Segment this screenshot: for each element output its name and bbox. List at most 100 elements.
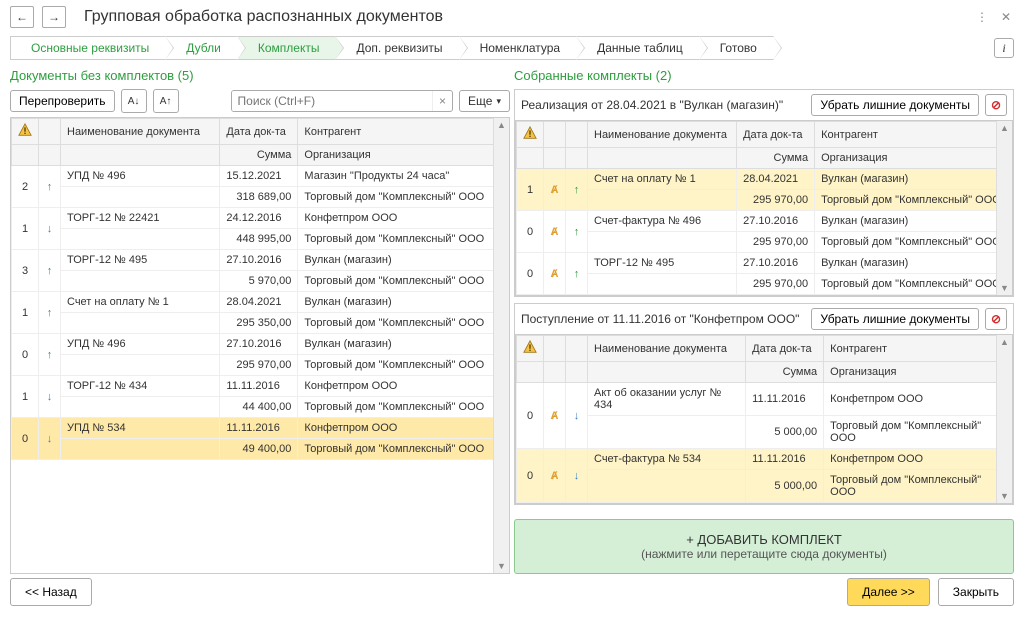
step-nomen[interactable]: Номенклатура bbox=[459, 36, 577, 60]
doc-date: 28.04.2021 bbox=[220, 292, 298, 313]
table-row[interactable]: 1↓ТОРГ-12 № 43411.11.2016Конфетпром ООО bbox=[12, 376, 509, 397]
doc-org: Торговый дом "Комплексный" ООО bbox=[298, 439, 509, 460]
direction-icon: ↓ bbox=[566, 449, 588, 503]
col-name[interactable]: Наименование документа bbox=[61, 119, 220, 145]
more-button[interactable]: Еще▾ bbox=[459, 90, 510, 112]
remove-extra-button[interactable]: Убрать лишние документы bbox=[811, 308, 979, 330]
table-row-sub[interactable]: 318 689,00Торговый дом "Комплексный" ООО bbox=[12, 187, 509, 208]
delete-kit-button[interactable]: ⊘ bbox=[985, 308, 1007, 330]
doc-org: Торговый дом "Комплексный" ООО bbox=[298, 313, 509, 334]
search-input[interactable] bbox=[232, 91, 433, 111]
nav-back-button[interactable]: ← bbox=[10, 6, 34, 28]
doc-sum: 295 970,00 bbox=[737, 274, 815, 295]
doc-counterparty: Вулкан (магазин) bbox=[298, 334, 509, 355]
doc-counterparty: Конфетпром ООО bbox=[824, 383, 1012, 416]
kit-scrollbar[interactable]: ▲▼ bbox=[996, 335, 1012, 503]
table-row-sub[interactable]: 295 350,00Торговый дом "Комплексный" ООО bbox=[12, 313, 509, 334]
doc-name: ТОРГ-12 № 22421 bbox=[61, 208, 220, 229]
wizard-steps: Основные реквизиты Дубли Комплекты Доп. … bbox=[0, 34, 1024, 66]
doc-name: Счет на оплату № 1 bbox=[61, 292, 220, 313]
table-row[interactable]: 2↑УПД № 49615.12.2021Магазин "Продукты 2… bbox=[12, 166, 509, 187]
doc-sum: 49 400,00 bbox=[220, 439, 298, 460]
doc-org: Торговый дом "Комплексный" ООО bbox=[298, 271, 509, 292]
doc-counterparty: Конфетпром ООО bbox=[824, 449, 1012, 470]
add-kit-button[interactable]: + ДОБАВИТЬ КОМПЛЕКТ (нажмите или перетащ… bbox=[514, 519, 1014, 574]
doc-counterparty: Вулкан (магазин) bbox=[298, 250, 509, 271]
search-clear-button[interactable]: × bbox=[432, 91, 452, 111]
table-row-sub[interactable]: 295 970,00Торговый дом "Комплексный" ООО bbox=[517, 190, 1012, 211]
doc-name: ТОРГ-12 № 495 bbox=[588, 253, 737, 274]
table-row[interactable]: 1↑Счет на оплату № 128.04.2021Вулкан (ма… bbox=[12, 292, 509, 313]
doc-name: УПД № 496 bbox=[61, 166, 220, 187]
doc-date: 11.11.2016 bbox=[746, 383, 824, 416]
col-sum[interactable]: Сумма bbox=[220, 145, 298, 166]
doc-sum: 5 000,00 bbox=[746, 470, 824, 503]
kit-scrollbar[interactable]: ▲▼ bbox=[996, 121, 1012, 295]
match-icon: Ⱥ bbox=[544, 449, 566, 503]
table-row[interactable]: 3↑ТОРГ-12 № 49527.10.2016Вулкан (магазин… bbox=[12, 250, 509, 271]
table-row-sub[interactable]: 295 970,00Торговый дом "Комплексный" ООО bbox=[12, 355, 509, 376]
table-row[interactable]: 0Ⱥ↑ТОРГ-12 № 49527.10.2016Вулкан (магази… bbox=[517, 253, 1012, 274]
doc-date: 11.11.2016 bbox=[220, 376, 298, 397]
info-button[interactable]: i bbox=[994, 38, 1014, 58]
back-button[interactable]: << Назад bbox=[10, 578, 92, 606]
step-dupes[interactable]: Дубли bbox=[165, 36, 237, 60]
doc-sum: 295 350,00 bbox=[220, 313, 298, 334]
table-row[interactable]: 0↓УПД № 53411.11.2016Конфетпром ООО bbox=[12, 418, 509, 439]
table-row-sub[interactable]: 5 000,00Торговый дом "Комплексный" ООО bbox=[517, 416, 1012, 449]
table-row[interactable]: 0↑УПД № 49627.10.2016Вулкан (магазин) bbox=[12, 334, 509, 355]
kit-title: Поступление от 11.11.2016 от "Конфетпром… bbox=[521, 312, 799, 326]
col-date[interactable]: Дата док-та bbox=[220, 119, 298, 145]
table-row-sub[interactable]: 448 995,00Торговый дом "Комплексный" ООО bbox=[12, 229, 509, 250]
table-row-sub[interactable]: 295 970,00Торговый дом "Комплексный" ООО bbox=[517, 232, 1012, 253]
direction-icon: ↑ bbox=[566, 211, 588, 253]
table-row[interactable]: 1Ⱥ↑Счет на оплату № 128.04.2021Вулкан (м… bbox=[517, 169, 1012, 190]
doc-date: 11.11.2016 bbox=[220, 418, 298, 439]
table-row-sub[interactable]: 49 400,00Торговый дом "Комплексный" ООО bbox=[12, 439, 509, 460]
step-done[interactable]: Готово bbox=[699, 36, 774, 60]
doc-org: Торговый дом "Комплексный" ООО bbox=[824, 416, 1012, 449]
table-row-sub[interactable]: 5 970,00Торговый дом "Комплексный" ООО bbox=[12, 271, 509, 292]
table-row-sub[interactable]: 295 970,00Торговый дом "Комплексный" ООО bbox=[517, 274, 1012, 295]
doc-sum: 44 400,00 bbox=[220, 397, 298, 418]
step-tabledata[interactable]: Данные таблиц bbox=[576, 36, 699, 60]
sort-asc-button[interactable]: A↓ bbox=[121, 89, 147, 113]
kit-grid: Наименование документаДата док-таКонтраг… bbox=[516, 121, 1012, 295]
table-row-sub[interactable]: 44 400,00Торговый дом "Комплексный" ООО bbox=[12, 397, 509, 418]
table-row[interactable]: 0Ⱥ↑Счет-фактура № 49627.10.2016Вулкан (м… bbox=[517, 211, 1012, 232]
match-icon: Ⱥ bbox=[544, 383, 566, 449]
sort-desc-button[interactable]: A↑ bbox=[153, 89, 179, 113]
table-row[interactable]: 0Ⱥ↓Счет-фактура № 53411.11.2016Конфетпро… bbox=[517, 449, 1012, 470]
step-extra[interactable]: Доп. реквизиты bbox=[335, 36, 458, 60]
menu-icon[interactable]: ⋮ bbox=[974, 9, 990, 25]
direction-icon: ↑ bbox=[39, 334, 61, 376]
step-kits[interactable]: Комплекты bbox=[237, 36, 336, 60]
table-row[interactable]: 0Ⱥ↓Акт об оказании услуг № 43411.11.2016… bbox=[517, 383, 1012, 416]
nav-forward-button[interactable]: → bbox=[42, 6, 66, 28]
doc-counterparty: Вулкан (магазин) bbox=[815, 253, 1012, 274]
doc-org: Торговый дом "Комплексный" ООО bbox=[298, 229, 509, 250]
doc-date: 28.04.2021 bbox=[737, 169, 815, 190]
left-scrollbar[interactable]: ▲▼ bbox=[493, 118, 509, 573]
next-button[interactable]: Далее >> bbox=[847, 578, 930, 606]
step-main[interactable]: Основные реквизиты bbox=[10, 36, 165, 60]
recheck-button[interactable]: Перепроверить bbox=[10, 90, 115, 112]
direction-icon: ↑ bbox=[566, 253, 588, 295]
col-ctr[interactable]: Контрагент bbox=[298, 119, 509, 145]
doc-date: 27.10.2016 bbox=[220, 250, 298, 271]
table-row-sub[interactable]: 5 000,00Торговый дом "Комплексный" ООО bbox=[517, 470, 1012, 503]
left-grid: Наименование документа Дата док-та Контр… bbox=[11, 118, 509, 460]
col-warn bbox=[12, 119, 39, 145]
remove-extra-button[interactable]: Убрать лишние документы bbox=[811, 94, 979, 116]
left-panel: Документы без комплектов (5) Перепровери… bbox=[10, 66, 510, 574]
doc-counterparty: Вулкан (магазин) bbox=[298, 292, 509, 313]
doc-name: Счет на оплату № 1 bbox=[588, 169, 737, 190]
close-icon[interactable]: ✕ bbox=[998, 9, 1014, 25]
doc-date: 27.10.2016 bbox=[737, 211, 815, 232]
table-row[interactable]: 1↓ТОРГ-12 № 2242124.12.2016Конфетпром ОО… bbox=[12, 208, 509, 229]
col-org[interactable]: Организация bbox=[298, 145, 509, 166]
close-button[interactable]: Закрыть bbox=[938, 578, 1014, 606]
doc-sum: 5 970,00 bbox=[220, 271, 298, 292]
page-title: Групповая обработка распознанных докумен… bbox=[84, 8, 443, 26]
delete-kit-button[interactable]: ⊘ bbox=[985, 94, 1007, 116]
